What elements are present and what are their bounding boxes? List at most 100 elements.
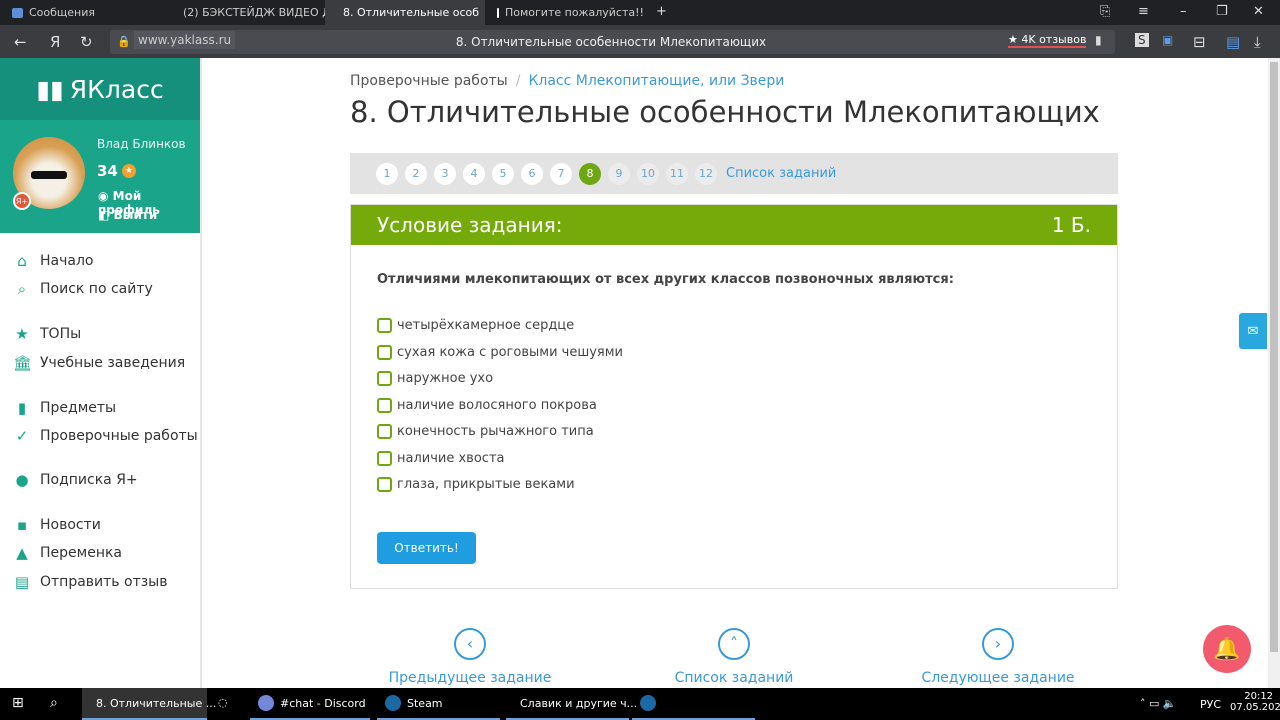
answer-option[interactable]: наличие хвоста [377,450,504,466]
sidebar-item-6[interactable]: ● Подписка Я+ [13,471,137,489]
browser-tab-bar: Сообщения (2) БЭКСТЕЙДЖ ВИДЕО ДР 8. Отли… [0,0,1280,25]
taskbar-label: 8. Отличительные ... [96,696,217,710]
taskbar-steam-2[interactable] [632,688,755,720]
option-label: конечность рычажного типа [397,424,594,439]
page-4[interactable]: 4 [463,162,485,185]
book-icon: ▮▮ [36,74,64,104]
feedback-mail-icon[interactable]: ✉ [1239,313,1267,349]
reviews-badge[interactable]: ★ 4K отзывов [1008,33,1087,48]
checkbox[interactable] [377,450,392,466]
windows-start-icon[interactable]: ⊞ [12,695,24,711]
answer-option[interactable]: глаза, прикрытые веками [377,477,575,492]
notifications-bell-icon[interactable]: 🔔 [1203,625,1251,673]
page-6[interactable]: 6 [521,162,543,185]
taskbar-label: Steam [407,696,443,710]
task-list-link[interactable]: ˄ Список заданий [634,628,834,686]
tab-messages[interactable]: Сообщения [0,0,165,25]
sidebar-item-9[interactable]: ▤ Отправить отзыв [13,573,168,591]
downloads-icon[interactable]: ⤓ [1254,33,1261,51]
page-3[interactable]: 3 [434,162,456,185]
sidebar-item-0[interactable]: ⌂ Начало [13,252,93,270]
checkbox[interactable] [377,397,392,413]
tab-youtube[interactable]: (2) БЭКСТЕЙДЖ ВИДЕО ДР [165,0,325,25]
close-window-icon[interactable]: ✕ [1253,4,1264,19]
checkbox[interactable] [377,477,392,492]
sidebar-item-4[interactable]: ▮ Предметы [13,399,116,417]
taskbar-steam-chat[interactable]: Славик и другие ч... [506,688,637,720]
sidebar-item-8[interactable]: ▲ Переменка [13,544,122,562]
page-10[interactable]: 10 [637,162,659,185]
checkbox[interactable] [377,344,392,360]
minimize-icon[interactable]: – [1180,4,1187,19]
language-indicator[interactable]: РУС [1200,698,1221,711]
prev-task-link[interactable]: ‹ Предыдущее задание [370,628,570,686]
sidebar-item-2[interactable]: ★ ТОПы [13,325,81,343]
bookmarks-icon[interactable]: ⎘ [1100,4,1110,19]
breadcrumb-tests[interactable]: Проверочные работы [350,73,508,89]
question-text: Отличиями млекопитающих от всех других к… [377,272,954,287]
scrollbar-thumb[interactable] [1270,62,1278,652]
page-5[interactable]: 5 [492,162,514,185]
sidebar: ▮▮ ЯКласс Я+ Влад Блинков 34 ★ ◉ Мой профи… [0,58,202,688]
screenshot-extension-icon[interactable]: ▤ [1226,33,1240,51]
breadcrumb-class[interactable]: Класс Млекопитающие, или Звери [528,73,784,89]
search-icon[interactable]: ⌕ [50,695,58,711]
points: 34 ★ [97,162,136,180]
app-icon[interactable]: ◌ [218,696,228,709]
sidebar-item-icon: ▤ [14,573,30,591]
page-11[interactable]: 11 [666,162,688,185]
taskbar-steam[interactable]: Steam [377,688,500,720]
answer-option[interactable]: сухая кожа с роговыми чешуями [377,344,623,360]
page-8[interactable]: 8 [579,162,601,185]
page-1[interactable]: 1 [376,162,398,185]
off-extension-icon[interactable]: ▣ [1162,33,1173,47]
logo[interactable]: ▮▮ ЯКласс [0,58,200,120]
sidebar-item-icon: ● [15,471,29,489]
sidebar-item-1[interactable]: ⌕ Поиск по сайту [13,280,153,298]
sidebar-item-label: Переменка [40,545,123,561]
taskbar-discord[interactable]: #chat - Discord [250,688,370,720]
tab-znanija[interactable]: Помогите пожалуйста!!! - [485,0,645,25]
znanija-icon [497,7,499,18]
subscription-badge: Я+ [13,192,31,210]
next-task-link[interactable]: › Следующее задание [898,628,1098,686]
scrollbar[interactable] [1268,58,1280,688]
page-9[interactable]: 9 [608,162,630,185]
new-tab-button[interactable]: + [656,4,667,19]
tab-yaklass[interactable]: 8. Отличительные особ× [325,0,485,25]
taskbar-yandex[interactable]: 8. Отличительные ... [82,688,216,720]
page-7[interactable]: 7 [550,162,572,185]
clock[interactable]: 20:1207.05.2020 [1230,691,1280,713]
answer-option[interactable]: наружное ухо [377,371,493,386]
menu-icon[interactable]: ≡ [1138,4,1149,19]
sidebar-item-7[interactable]: ▪ Новости [13,516,101,534]
checkbox[interactable] [377,424,392,439]
user-name[interactable]: Влад Блинков [97,137,186,151]
steam-icon [385,695,401,711]
sidebar-item-label: Отправить отзыв [40,574,168,590]
logout-link[interactable]: ◧ Выйти [98,208,157,222]
sidebar-item-label: Поиск по сайту [40,281,153,297]
profile-panel: Я+ Влад Блинков 34 ★ ◉ Мой профиль ◧ Выйт… [0,120,200,233]
answer-option[interactable]: четырёхкамерное сердце [377,318,574,333]
bookmark-icon[interactable]: ▮ [1095,33,1102,47]
translate-extension-icon[interactable]: ⊟ [1193,33,1206,51]
answer-button[interactable]: Ответить! [377,532,476,564]
tray-icons[interactable]: ˄ ▭ 🔈 [1140,697,1177,710]
checkbox[interactable] [377,371,392,386]
answer-option[interactable]: наличие волосяного покрова [377,397,597,413]
taskbar-label: #chat - Discord [280,696,366,710]
skype-extension-icon[interactable]: S [1135,33,1149,47]
task-list-link-top[interactable]: Список заданий [726,166,836,181]
checkbox[interactable] [377,318,392,333]
page-12[interactable]: 12 [695,162,717,185]
maximize-icon[interactable]: ❐ [1216,4,1228,19]
page-2[interactable]: 2 [405,162,427,185]
sidebar-item-label: Предметы [40,400,117,416]
sidebar-item-3[interactable]: 🏛 Учебные заведения [13,354,185,372]
sidebar-item-5[interactable]: ✓ Проверочные работы [13,427,198,445]
chevron-up-icon: ˄ [718,628,750,660]
next-task-label: Следующее задание [921,670,1075,686]
answer-option[interactable]: конечность рычажного типа [377,424,594,439]
sidebar-item-label: Новости [40,517,101,533]
